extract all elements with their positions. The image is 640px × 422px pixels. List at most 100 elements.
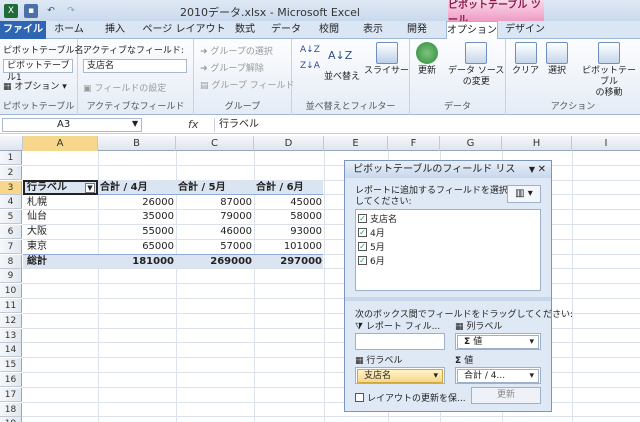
sum-apr-value-chip[interactable]: 合計 / 4... ▾ (457, 369, 539, 383)
pivot-header-apr[interactable]: 合計 / 4月 (100, 181, 148, 195)
row-header[interactable]: 10 (0, 284, 22, 299)
pane-splitter[interactable] (345, 297, 551, 301)
row-header[interactable]: 14 (0, 343, 22, 358)
insert-function-icon[interactable]: fx (188, 118, 198, 131)
tab-home[interactable]: ホーム (52, 21, 86, 39)
row-header[interactable]: 17 (0, 387, 22, 402)
redo-icon[interactable]: ↷ (64, 4, 78, 18)
sort-button[interactable]: 並べ替え (324, 69, 360, 82)
row-header[interactable]: 1 (0, 151, 22, 165)
field-item-branch[interactable]: ✓ 支店名 (358, 212, 397, 225)
row-header[interactable]: 6 (0, 225, 22, 239)
defer-update-option[interactable]: レイアウトの更新を保... (355, 391, 466, 404)
row-header[interactable]: 12 (0, 313, 22, 328)
pivot-value[interactable]: 55000 (98, 225, 174, 239)
pivot-value[interactable]: 45000 (254, 196, 322, 210)
column-header-i[interactable]: I (572, 136, 640, 151)
field-item-jun[interactable]: ✓ 6月 (358, 254, 385, 267)
pivot-grand-total[interactable]: 181000 (98, 255, 174, 269)
pane-menu-icon[interactable]: ▼ (529, 161, 535, 178)
tab-data[interactable]: データ (268, 21, 304, 39)
row-header[interactable]: 16 (0, 373, 22, 387)
field-settings-button[interactable]: ▣ フィールドの設定 (83, 81, 166, 94)
pivot-grand-total[interactable]: 269000 (176, 255, 252, 269)
row-header[interactable]: 3 (0, 180, 22, 195)
pivot-header-may[interactable]: 合計 / 5月 (178, 181, 226, 195)
column-header-b[interactable]: B (98, 136, 176, 151)
options-button[interactable]: ▦ オプション ▾ (3, 79, 67, 92)
close-icon[interactable]: ✕ (538, 161, 546, 178)
update-button[interactable]: 更新 (471, 387, 541, 404)
tab-options[interactable]: オプション (446, 21, 498, 40)
change-data-source-button[interactable]: データ ソース の変更 (448, 42, 504, 88)
tab-formulas[interactable]: 数式 (230, 21, 260, 39)
ungroup-button[interactable]: ➜ グループ解除 (200, 61, 264, 74)
column-header-e[interactable]: E (324, 136, 388, 151)
name-box-dropdown-icon[interactable]: ▼ (132, 119, 138, 128)
values-chip[interactable]: Σ 値 ▾ (457, 335, 539, 349)
column-header-a[interactable]: A (23, 136, 98, 151)
pivot-grand-total-label[interactable]: 総計 (27, 255, 47, 269)
group-selection-button[interactable]: ➜ グループの選択 (200, 44, 273, 57)
column-header-d[interactable]: D (254, 136, 324, 151)
column-labels-dropzone[interactable]: Σ 値 ▾ (455, 333, 541, 350)
pivot-value[interactable]: 101000 (254, 240, 322, 254)
tab-insert[interactable]: 挿入 (98, 21, 132, 39)
pivot-value[interactable]: 46000 (176, 225, 252, 239)
pivot-value[interactable]: 87000 (176, 196, 252, 210)
pivot-row-label[interactable]: 東京 (27, 240, 47, 254)
pivot-value[interactable]: 26000 (98, 196, 174, 210)
row-labels-dropzone[interactable]: 支店名 ▾ (355, 367, 445, 384)
checkbox-icon[interactable]: ✓ (358, 228, 367, 237)
select-button[interactable]: 選択 (546, 42, 568, 77)
checkbox-icon[interactable]: ✓ (358, 242, 367, 251)
tab-design[interactable]: デザイン (502, 21, 548, 39)
field-item-may[interactable]: ✓ 5月 (358, 240, 385, 253)
tab-view[interactable]: 表示 (358, 21, 388, 39)
undo-icon[interactable]: ↶ (44, 4, 58, 18)
checkbox-icon[interactable]: ✓ (358, 256, 367, 265)
formula-input[interactable]: 行ラベル (214, 118, 640, 132)
row-header[interactable]: 7 (0, 239, 22, 254)
sort-az-icon[interactable]: A↓Z (328, 49, 352, 62)
checkbox-icon[interactable]: ✓ (358, 214, 367, 223)
tab-page-layout[interactable]: ページ レイアウト (140, 21, 228, 39)
row-header[interactable]: 4 (0, 195, 22, 210)
row-label-filter-dropdown-icon[interactable]: ▼ (85, 183, 95, 193)
select-all-corner[interactable] (0, 136, 23, 151)
pivot-value[interactable]: 57000 (176, 240, 252, 254)
report-filter-dropzone[interactable] (355, 333, 445, 350)
checkbox-icon[interactable] (355, 393, 364, 402)
row-header[interactable]: 8 (0, 254, 22, 269)
values-dropzone[interactable]: 合計 / 4... ▾ (455, 367, 541, 384)
tab-file[interactable]: ファイル (0, 21, 46, 39)
pivot-row-label[interactable]: 大阪 (27, 225, 47, 239)
branch-row-chip[interactable]: 支店名 ▾ (357, 369, 443, 383)
field-item-apr[interactable]: ✓ 4月 (358, 226, 385, 239)
row-header[interactable]: 15 (0, 358, 22, 373)
pivot-value[interactable]: 35000 (98, 210, 174, 224)
column-header-h[interactable]: H (502, 136, 572, 151)
name-box[interactable]: A3 (2, 118, 142, 132)
slicer-button[interactable]: スライサー (364, 42, 409, 77)
clear-button[interactable]: クリア (512, 42, 539, 77)
save-icon[interactable]: ▪ (24, 3, 38, 18)
pivot-row-label[interactable]: 仙台 (27, 210, 47, 224)
move-pivottable-button[interactable]: ピボットテーブル の移動 (578, 42, 640, 99)
tab-review[interactable]: 校閲 (314, 21, 344, 39)
tab-developer[interactable]: 開発 (402, 21, 432, 39)
group-field-button[interactable]: ▤ グループ フィールド (200, 78, 295, 91)
row-header[interactable]: 18 (0, 402, 22, 417)
pivot-value[interactable]: 79000 (176, 210, 252, 224)
field-list-title[interactable]: ピボットテーブルのフィールド リス ▼ ✕ (345, 161, 551, 178)
pivot-value[interactable]: 58000 (254, 210, 322, 224)
row-header[interactable]: 11 (0, 299, 22, 313)
active-field-input[interactable]: 支店名 (83, 59, 187, 73)
column-header-g[interactable]: G (440, 136, 502, 151)
row-header[interactable]: 9 (0, 269, 22, 284)
pivot-header-jun[interactable]: 合計 / 6月 (256, 181, 304, 195)
layout-options-button[interactable]: ▥ ▾ (507, 185, 541, 203)
pivottable-name-input[interactable]: ピボットテーブル1 (3, 59, 73, 83)
pivot-grand-total[interactable]: 297000 (254, 255, 322, 269)
sort-descending-icon[interactable]: Z↓A (300, 61, 320, 71)
